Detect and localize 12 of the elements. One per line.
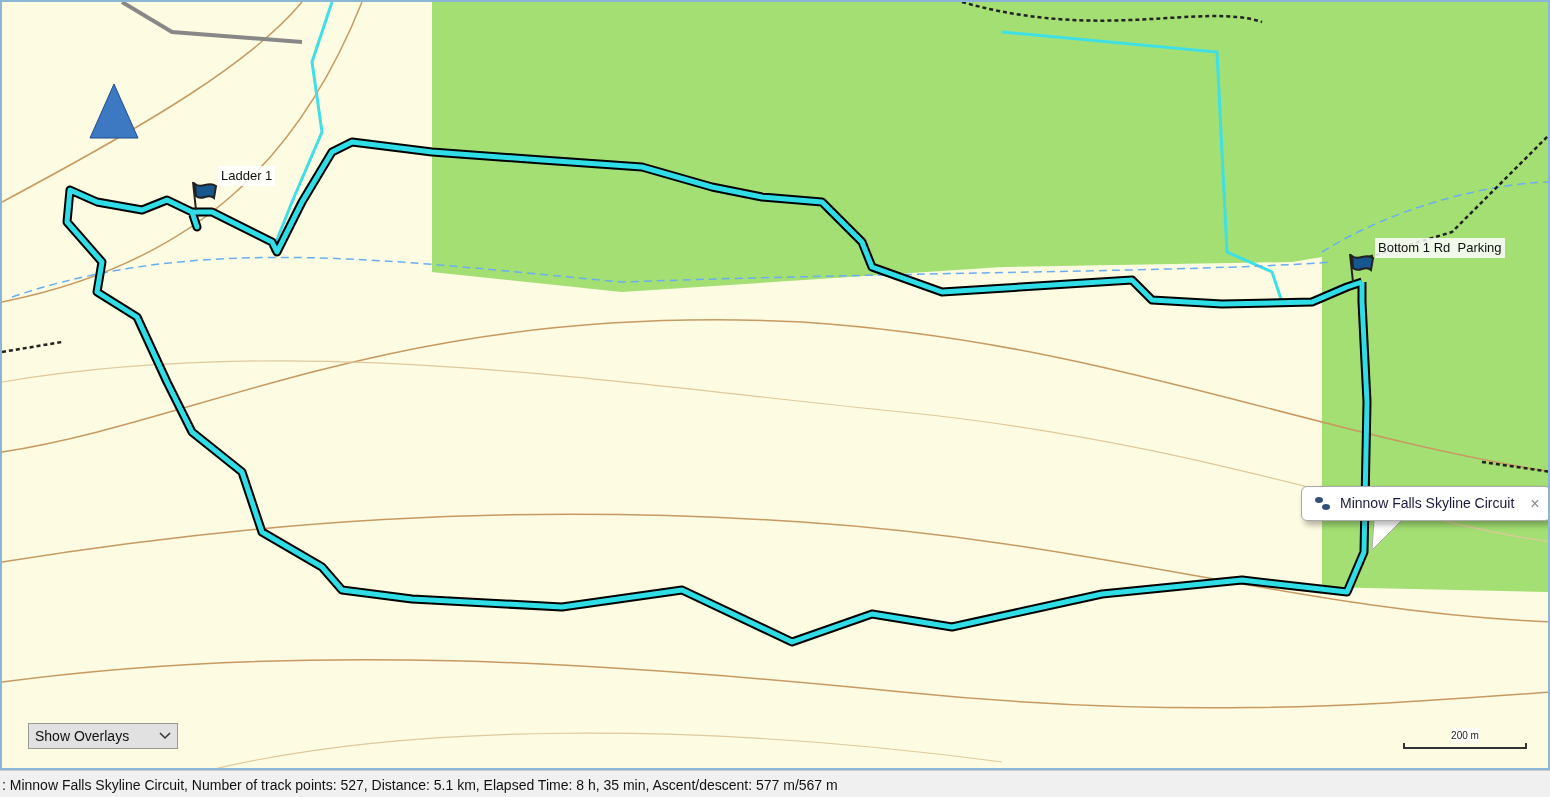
flag-icon <box>1347 252 1375 282</box>
flag-icon <box>190 180 218 210</box>
footprints-icon <box>1312 494 1332 513</box>
scale-label: 200 m <box>1451 728 1479 743</box>
status-text: : Minnow Falls Skyline Circuit, Number of track points: 527, Distance: 5.1 km, Elapsed Time: 8 h, 35 min, Ascent/descent: 577 m/567 m <box>0 770 1550 797</box>
chevron-icon <box>159 732 171 740</box>
popup-title: Minnow Falls Skyline Circuit <box>1340 494 1515 513</box>
overlay-dropdown[interactable]: Show Overlays <box>28 723 178 749</box>
triangle-icon <box>89 83 139 139</box>
waypoint-label[interactable]: Bottom 1 Rd Parking <box>1375 238 1505 258</box>
waypoint-label[interactable]: Ladder 1 <box>218 166 276 186</box>
close-button[interactable]: × <box>1522 495 1540 512</box>
